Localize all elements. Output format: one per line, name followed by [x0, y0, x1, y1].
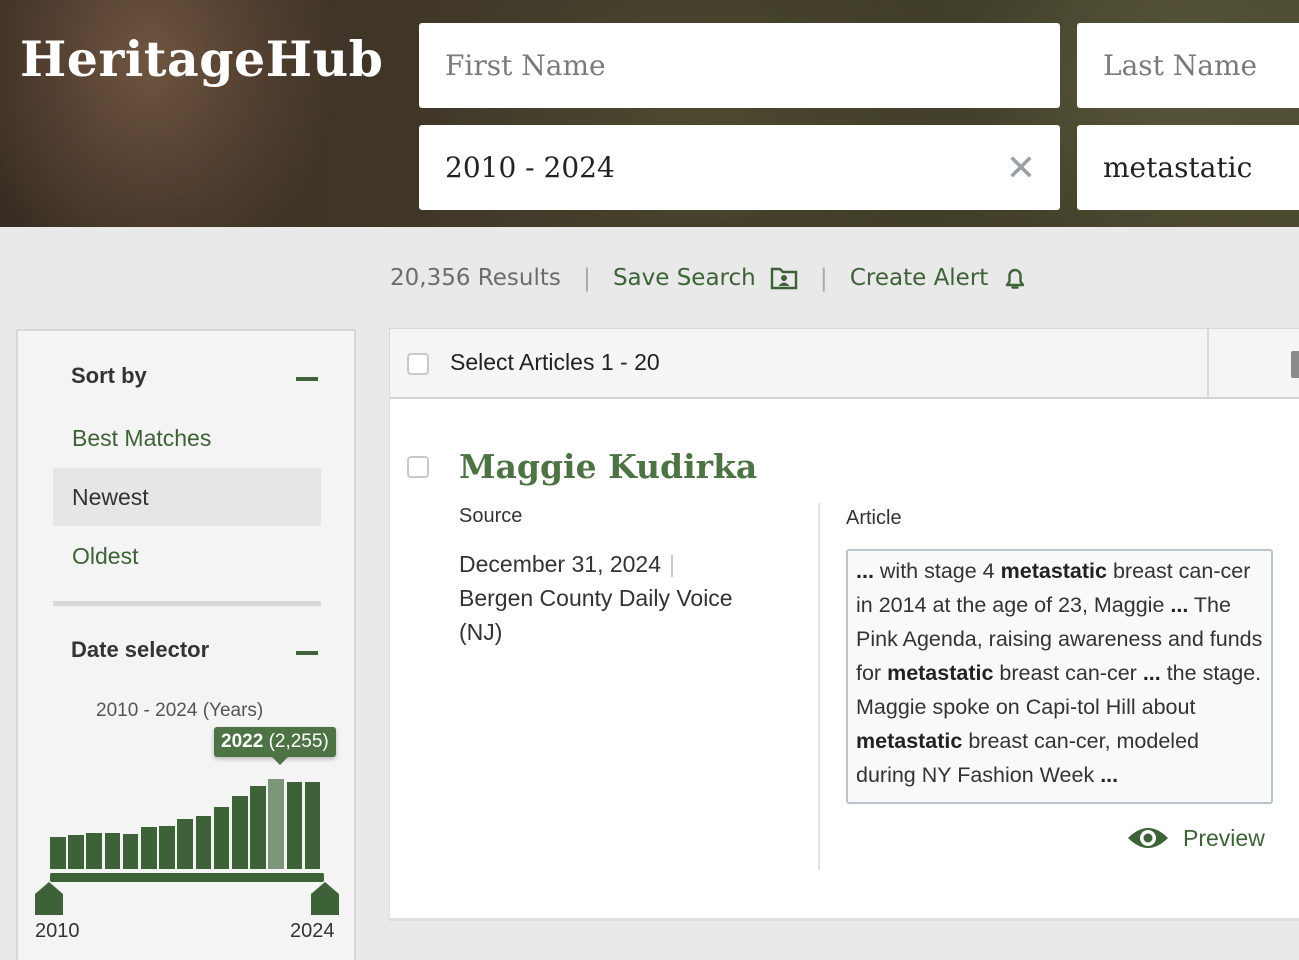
histogram-bar-2021[interactable]	[250, 786, 266, 869]
histogram-bar-2013[interactable]	[104, 833, 121, 869]
sort-option-oldest[interactable]: Oldest	[53, 527, 321, 585]
snippet-text: with stage 4	[879, 559, 1001, 583]
snippet-highlight: ...	[1170, 593, 1189, 617]
snippet-highlight: ...	[1100, 763, 1119, 787]
article-title[interactable]: Maggie Kudirka	[459, 447, 757, 486]
histogram-bar-2019[interactable]	[213, 807, 230, 869]
histogram-bar-2014[interactable]	[122, 834, 139, 869]
snippet-highlight: metastatic	[1000, 559, 1107, 583]
article-checkbox[interactable]	[407, 456, 429, 478]
slider-handle-icon	[35, 882, 63, 915]
last-name-field[interactable]	[1077, 23, 1299, 108]
histogram-tooltip: 2022 (2,255)	[214, 727, 336, 765]
create-alert-button[interactable]: Create Alert	[850, 265, 1028, 291]
date-slider-start-handle[interactable]	[35, 882, 63, 915]
slider-start-year: 2010	[35, 920, 80, 942]
article-snippet[interactable]: ... with stage 4 metastatic breast can-c…	[846, 549, 1273, 804]
save-search-label: Save Search	[612, 265, 756, 291]
date-range-input[interactable]	[445, 151, 1060, 184]
preview-button[interactable]: Preview	[1126, 823, 1265, 853]
date-slider-track[interactable]	[50, 873, 324, 882]
snippet-text: breast can-cer	[993, 661, 1143, 685]
snippet-highlight: ...	[1142, 661, 1161, 685]
source-label: Source	[459, 505, 523, 527]
column-divider	[818, 503, 820, 870]
clear-date-icon[interactable]: ✕	[1006, 151, 1036, 187]
tooltip-year: 2022	[221, 731, 264, 752]
date-range-label: 2010 - 2024 (Years)	[96, 700, 264, 721]
save-search-button[interactable]: Save Search	[613, 265, 798, 291]
sort-option-newest[interactable]: Newest	[53, 468, 321, 526]
eye-icon	[1128, 828, 1168, 848]
folder-user-icon	[770, 267, 797, 290]
preview-label: Preview	[1183, 824, 1265, 851]
meta-separator: |	[669, 551, 675, 577]
article-result: Maggie Kudirka Source December 31, 2024 |…	[389, 399, 1299, 921]
toolbar-separator: |	[582, 264, 591, 292]
histogram-bar-2012[interactable]	[86, 833, 102, 869]
sort-option-best-matches[interactable]: Best Matches	[53, 409, 321, 467]
keyword-input[interactable]	[1103, 151, 1299, 184]
histogram-bar-2022[interactable]	[268, 779, 284, 869]
toolbar-separator: |	[819, 264, 828, 292]
collapse-sort-icon[interactable]	[296, 377, 318, 381]
articles-list-header: Select Articles 1 - 20	[389, 328, 1299, 399]
date-range-field[interactable]: ✕	[419, 125, 1060, 210]
snippet-highlight: metastatic	[887, 661, 994, 685]
site-logo[interactable]: HeritageHub	[20, 30, 383, 88]
article-label: Article	[846, 507, 902, 529]
date-slider-end-handle[interactable]	[311, 882, 339, 915]
header-divider	[1207, 329, 1209, 398]
histogram-bar-2017[interactable]	[177, 819, 193, 869]
last-name-input[interactable]	[1103, 49, 1299, 82]
filters-sidebar: Sort by Best Matches Newest Oldest Date …	[16, 329, 356, 960]
article-date: December 31, 2024	[459, 551, 662, 577]
snippet-highlight: ...	[856, 559, 880, 583]
histogram-bar-2015[interactable]	[141, 827, 157, 869]
results-count: 20,356 Results	[390, 265, 561, 291]
first-name-input[interactable]	[445, 49, 1060, 82]
collapse-date-icon[interactable]	[296, 651, 318, 655]
keyword-field[interactable]	[1077, 125, 1299, 210]
bell-icon	[1006, 268, 1025, 289]
histogram-bar-2010[interactable]	[50, 837, 66, 869]
select-all-checkbox[interactable]	[407, 353, 429, 375]
histogram-bar-2016[interactable]	[159, 826, 175, 869]
slider-end-year: 2024	[290, 920, 335, 942]
snippet-highlight: metastatic	[856, 729, 963, 753]
sidebar-divider	[53, 601, 321, 606]
histogram-bar-2011[interactable]	[68, 835, 84, 869]
select-articles-label[interactable]: Select Articles 1 - 20	[450, 349, 660, 376]
article-meta: December 31, 2024 | Bergen County Daily V…	[459, 547, 759, 649]
histogram-bar-2023[interactable]	[286, 782, 303, 869]
article-publication: Bergen County Daily Voice (NJ)	[459, 585, 733, 645]
date-selector-heading[interactable]: Date selector	[71, 637, 209, 663]
first-name-field[interactable]	[419, 23, 1060, 108]
sort-by-heading[interactable]: Sort by	[71, 363, 147, 389]
search-header: HeritageHub ✕	[0, 0, 1299, 227]
histogram-bar-2018[interactable]	[195, 816, 212, 869]
histogram-bar-2020[interactable]	[232, 796, 248, 869]
view-toggle-icon[interactable]	[1291, 351, 1299, 378]
tooltip-count: (2,255)	[268, 731, 329, 752]
date-histogram	[50, 779, 324, 869]
create-alert-label: Create Alert	[849, 265, 989, 291]
slider-handle-icon	[311, 882, 339, 915]
results-toolbar: 20,356 Results | Save Search | Create Al…	[390, 262, 1028, 294]
histogram-bar-2024[interactable]	[304, 782, 321, 869]
